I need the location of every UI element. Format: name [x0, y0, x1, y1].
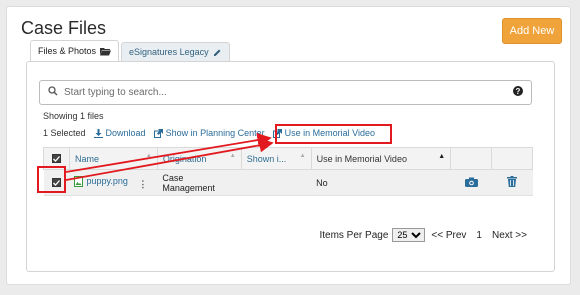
- trash-icon[interactable]: [507, 176, 518, 189]
- table-header-row: Name ▲ Origination ▲ Shown i... ▲ Use in…: [43, 147, 533, 170]
- selected-count: 1 Selected: [43, 128, 86, 138]
- add-new-button[interactable]: Add New: [502, 18, 562, 44]
- file-name-link[interactable]: puppy.png: [74, 175, 128, 187]
- help-icon[interactable]: ?: [513, 86, 523, 99]
- search-box: ?: [39, 80, 532, 105]
- checkbox-annotation-box: [37, 166, 66, 193]
- items-per-page-label: Items Per Page: [319, 229, 389, 241]
- show-in-planning-center-link[interactable]: Show in Planning Center: [153, 128, 265, 138]
- tab-esignatures-label: eSignatures Legacy: [129, 47, 209, 57]
- next-page-link[interactable]: Next >>: [492, 230, 527, 241]
- prev-page-link[interactable]: << Prev: [431, 230, 466, 241]
- tab-esignatures-legacy[interactable]: eSignatures Legacy: [121, 42, 230, 61]
- table-row[interactable]: puppy.png ⋮ Case Management No: [43, 169, 533, 196]
- select-all-checkbox[interactable]: [51, 154, 61, 163]
- column-action-2: [491, 147, 533, 170]
- memorial-video-annotation-box: [275, 124, 392, 144]
- origination-cell: Case Management: [157, 169, 242, 196]
- column-action-1: [450, 147, 493, 170]
- sort-icon: ▲: [229, 153, 236, 159]
- items-per-page-select[interactable]: 25: [392, 228, 426, 242]
- folder-open-icon: [100, 47, 112, 56]
- more-options-icon[interactable]: ⋮: [138, 179, 147, 189]
- image-file-icon: [74, 175, 84, 187]
- showing-count: Showing 1 files: [43, 111, 104, 121]
- planning-center-label: Show in Planning Center: [165, 128, 265, 138]
- tab-files-photos[interactable]: Files & Photos: [30, 40, 120, 61]
- search-icon: [48, 86, 58, 99]
- delete-cell: [491, 169, 533, 196]
- pencil-icon: [213, 48, 222, 57]
- file-name-label: puppy.png: [86, 176, 128, 186]
- column-shown-in-label: Shown i...: [246, 153, 287, 164]
- files-panel: ? Showing 1 files 1 Selected Download Sh…: [26, 61, 555, 272]
- memorial-video-cell: No: [311, 169, 451, 196]
- sort-active-icon: ▲: [438, 153, 446, 160]
- sort-icon: ▲: [299, 153, 306, 159]
- camera-icon[interactable]: [464, 177, 478, 189]
- page-title: Case Files: [21, 18, 107, 38]
- download-icon: [93, 128, 103, 138]
- file-name-cell: puppy.png ⋮: [69, 169, 158, 196]
- column-memorial-video[interactable]: Use in Memorial Video ▲: [310, 147, 452, 170]
- column-shown-in[interactable]: Shown i... ▲: [240, 147, 312, 170]
- column-memorial-video-label: Use in Memorial Video: [316, 153, 407, 164]
- column-origination-label: Origination: [162, 153, 207, 164]
- download-label: Download: [105, 128, 146, 138]
- svg-text:?: ?: [516, 87, 521, 96]
- sort-icon: ▲: [145, 153, 152, 159]
- files-table: Name ▲ Origination ▲ Shown i... ▲ Use in…: [43, 147, 533, 196]
- tab-bar: Files & Photos eSignatures Legacy: [30, 40, 232, 61]
- column-origination[interactable]: Origination ▲: [156, 147, 242, 170]
- download-link[interactable]: Download: [93, 128, 146, 138]
- column-name-label: Name: [74, 153, 99, 164]
- search-input[interactable]: [64, 87, 507, 98]
- shown-in-cell: [241, 169, 312, 196]
- page-number[interactable]: 1: [476, 230, 482, 241]
- external-link-icon: [153, 128, 163, 138]
- pagination: Items Per Page 25 << Prev 1 Next >>: [319, 228, 527, 242]
- column-name[interactable]: Name ▲: [68, 147, 158, 170]
- tab-files-photos-label: Files & Photos: [38, 46, 97, 56]
- camera-cell: [450, 169, 492, 196]
